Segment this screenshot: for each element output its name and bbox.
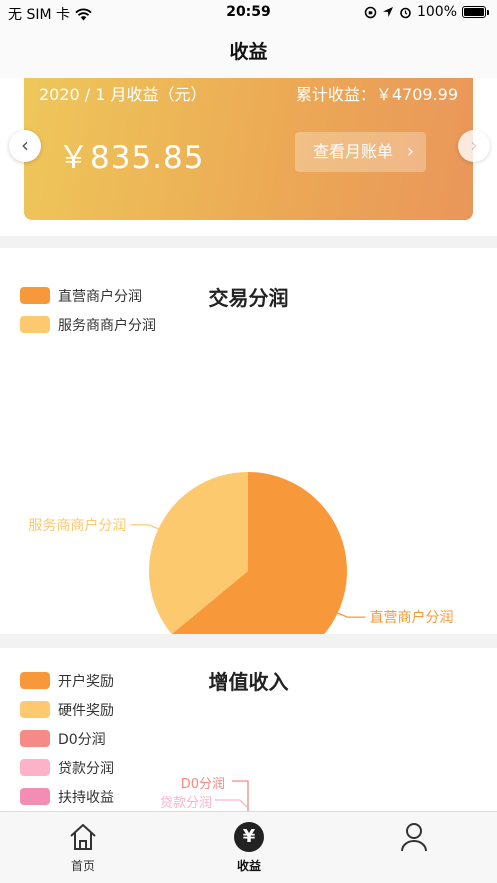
alarm-icon [400, 7, 411, 18]
status-right: 100% [364, 4, 489, 20]
pie-slice-label: D0分润 [181, 777, 225, 792]
tab-profile[interactable] [331, 812, 497, 883]
chart-title: 交易分润 [208, 286, 289, 310]
tab-label: 首页 [70, 859, 95, 873]
home-icon [70, 824, 96, 850]
legend-item[interactable]: 服务商商户分润 [20, 310, 156, 339]
chevron-left-icon: ‹ [21, 133, 29, 157]
legend-swatch [20, 730, 50, 747]
legend-label: 硬件奖励 [58, 702, 114, 719]
earnings-section: 2020 / 1 月收益（元） 累计收益：￥4709.99 ￥835.85 查看… [0, 78, 497, 236]
scroll-area[interactable]: 2020 / 1 月收益（元） 累计收益：￥4709.99 ￥835.85 查看… [0, 78, 497, 811]
user-icon [401, 823, 427, 852]
battery-percent: 100% [416, 4, 457, 20]
tab-bar: 首页 ¥ 收益 [0, 811, 497, 883]
legend-item[interactable]: D0分润 [20, 724, 114, 753]
chart-title: 增值收入 [208, 670, 289, 694]
pie-slice-label: 服务商商户分润 [28, 517, 126, 534]
legend-swatch [20, 701, 50, 718]
legend-swatch [20, 759, 50, 776]
legend-label: 扶持收益 [58, 789, 114, 806]
pie-slice-label: 直营商户分润 [370, 609, 454, 626]
leader-line [337, 612, 366, 618]
legend-swatch [20, 788, 50, 805]
tab-home[interactable]: 首页 [0, 812, 166, 883]
total-earnings-label: 累计收益：￥4709.99 [295, 85, 458, 104]
legend-label: 贷款分润 [58, 760, 114, 777]
chevron-right-icon: › [406, 141, 414, 162]
location-icon [382, 7, 393, 17]
legend-swatch [20, 316, 50, 333]
pie-slice-label: 贷款分润 [160, 796, 212, 811]
leader-line [130, 524, 159, 530]
chevron-right-icon: › [470, 133, 478, 157]
legend-label: D0分润 [58, 731, 106, 748]
legend-label: 服务商商户分润 [58, 317, 156, 334]
tab-label: 收益 [236, 859, 261, 873]
yen-icon: ¥ [234, 822, 264, 852]
next-month-button[interactable]: › [458, 130, 490, 162]
rotation-lock-icon [364, 6, 377, 18]
view-monthly-bill-button[interactable]: 查看月账单 › [295, 132, 426, 172]
transaction-share-section: 直营商户分润 服务商商户分润 直营商户分润 服务商商户分润 交易分润 [0, 248, 497, 634]
leader-line [215, 799, 249, 809]
value-added-section: D0分润 贷款分润 开户奖励 硬件奖励 D0分润 贷款分润 扶持收益 增值收入 [0, 648, 497, 811]
status-bar: 无 SIM 卡 20:59 100% [0, 0, 497, 26]
month-earnings-amount: ￥835.85 [58, 140, 205, 176]
legend-item[interactable]: 硬件奖励 [20, 695, 114, 724]
legend-item[interactable]: 扶持收益 [20, 782, 114, 811]
page-title: 收益 [229, 41, 268, 63]
view-monthly-bill-label: 查看月账单 [313, 142, 394, 161]
battery-icon [462, 6, 486, 18]
legend-item[interactable]: 贷款分润 [20, 753, 114, 782]
earnings-card: 2020 / 1 月收益（元） 累计收益：￥4709.99 ￥835.85 查看… [24, 78, 473, 220]
month-earnings-label: 2020 / 1 月收益（元） [39, 85, 207, 104]
nav-bar: 收益 [0, 26, 497, 78]
tab-earnings[interactable]: ¥ 收益 [166, 812, 332, 883]
battery-tip [487, 9, 489, 15]
previous-month-button[interactable]: ‹ [9, 130, 41, 162]
